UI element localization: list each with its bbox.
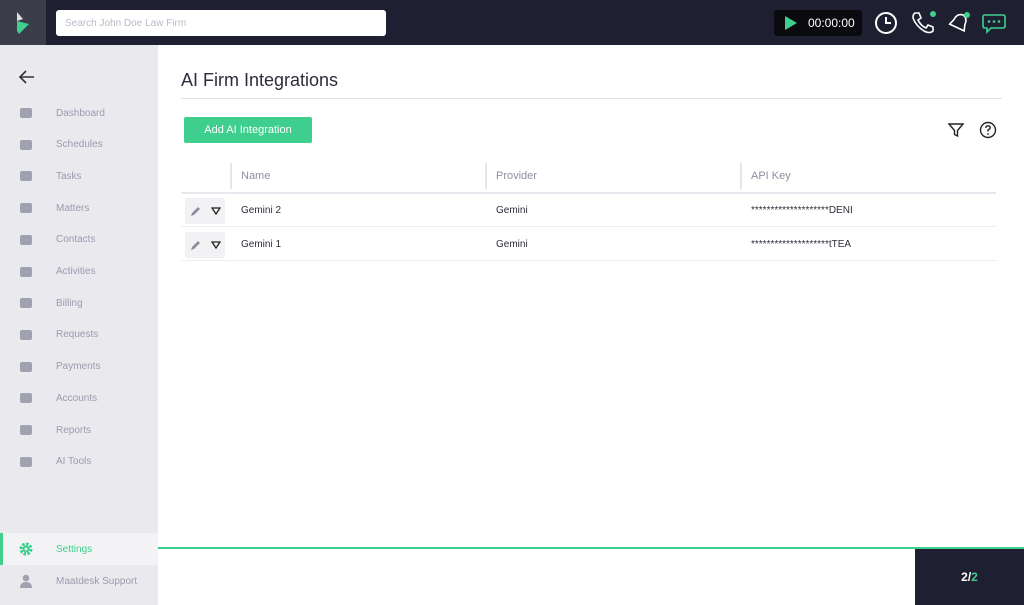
chevron-down-icon[interactable] (210, 207, 221, 215)
play-icon[interactable] (784, 15, 798, 31)
sidebar-item-accounts[interactable]: Accounts (0, 382, 158, 414)
sidebar-item-label: AI Tools (56, 456, 92, 468)
pagination-indicator: 2/2 (915, 549, 1024, 605)
filter-icon[interactable] (948, 122, 964, 138)
money-icon (19, 296, 33, 310)
hand-icon (19, 328, 33, 342)
app-logo[interactable] (0, 0, 46, 45)
table-row[interactable]: Gemini 1 Gemini ********************tTEA (181, 228, 996, 261)
column-header-provider[interactable]: Provider (485, 163, 735, 189)
back-arrow-icon[interactable] (18, 68, 36, 86)
list-icon (19, 169, 33, 183)
sidebar-item-label: Requests (56, 329, 99, 341)
sidebar-item-requests[interactable]: Requests (0, 319, 158, 351)
sidebar-item-label: Reports (56, 424, 92, 436)
bank-icon (19, 391, 33, 405)
sidebar-item-payments[interactable]: Payments (0, 351, 158, 383)
bar-chart-icon (19, 423, 33, 437)
calendar-icon (19, 138, 33, 152)
sidebar-item-label: Billing (56, 297, 83, 309)
page-current: 2 (961, 570, 968, 584)
help-icon[interactable] (979, 121, 997, 139)
sidebar-item-label: Matters (56, 202, 90, 214)
sidebar-item-activities[interactable]: Activities (0, 256, 158, 288)
divider (181, 98, 1002, 99)
sidebar-item-label: Schedules (56, 139, 103, 151)
sidebar-item-ai-tools[interactable]: AI Tools (0, 446, 158, 478)
row-actions[interactable] (185, 198, 225, 224)
cell-api-key: ********************DENI (751, 205, 853, 216)
pencil-icon[interactable] (190, 239, 202, 251)
clock-icon (19, 265, 33, 279)
sidebar-item-label: Dashboard (56, 107, 105, 119)
sidebar-item-reports[interactable]: Reports (0, 414, 158, 446)
user-icon (19, 233, 33, 247)
dollar-icon (19, 360, 33, 374)
cell-api-key: ********************tTEA (751, 239, 852, 250)
top-bar: 00:00:00 (0, 0, 1024, 45)
add-ai-integration-button[interactable]: Add AI Integration (184, 117, 312, 143)
sparkle-icon (19, 455, 33, 469)
sidebar-item-label: Tasks (56, 170, 82, 182)
timer-value: 00:00:00 (808, 16, 855, 30)
page-total: 2 (971, 570, 978, 584)
table-row[interactable]: Gemini 2 Gemini ********************DENI (181, 194, 996, 227)
sidebar-item-label: Payments (56, 361, 101, 373)
row-actions[interactable] (185, 232, 225, 258)
sidebar-item-label: Maatdesk Support (56, 575, 138, 587)
sidebar-item-label: Contacts (56, 234, 96, 246)
sidebar-item-label: Activities (56, 266, 96, 277)
chat-icon[interactable] (981, 10, 1007, 36)
sidebar-item-settings[interactable]: Settings (0, 533, 158, 565)
sidebar-item-dashboard[interactable]: Dashboard (0, 97, 158, 129)
sidebar-item-tasks[interactable]: Tasks (0, 160, 158, 192)
user-icon (19, 574, 33, 588)
sidebar-item-support[interactable]: Maatdesk Support (0, 565, 158, 597)
gavel-icon (19, 201, 33, 215)
sidebar-item-schedules[interactable]: Schedules (0, 129, 158, 161)
cell-provider: Gemini (496, 239, 528, 250)
column-header-name[interactable]: Name (230, 163, 480, 189)
sidebar-item-contacts[interactable]: Contacts (0, 224, 158, 256)
clock-icon[interactable] (873, 10, 899, 36)
pencil-icon[interactable] (190, 205, 202, 217)
search-input[interactable] (56, 10, 386, 36)
page-title: AI Firm Integrations (181, 70, 339, 90)
column-header-api-key[interactable]: API Key (740, 163, 990, 189)
bell-icon[interactable] (946, 10, 972, 36)
gear-icon (19, 542, 33, 556)
phone-icon[interactable] (910, 10, 936, 36)
cell-provider: Gemini (496, 205, 528, 216)
chevron-down-icon[interactable] (210, 241, 221, 249)
sidebar-item-billing[interactable]: Billing (0, 287, 158, 319)
home-icon (19, 106, 33, 120)
timer-widget[interactable]: 00:00:00 (774, 10, 862, 36)
sidebar-item-label: Accounts (56, 392, 98, 404)
sidebar-item-label: Settings (56, 543, 93, 555)
sidebar-item-matters[interactable]: Matters (0, 192, 158, 224)
footer-divider (158, 547, 1024, 549)
cell-name: Gemini 2 (241, 205, 282, 216)
cell-name: Gemini 1 (241, 239, 282, 250)
